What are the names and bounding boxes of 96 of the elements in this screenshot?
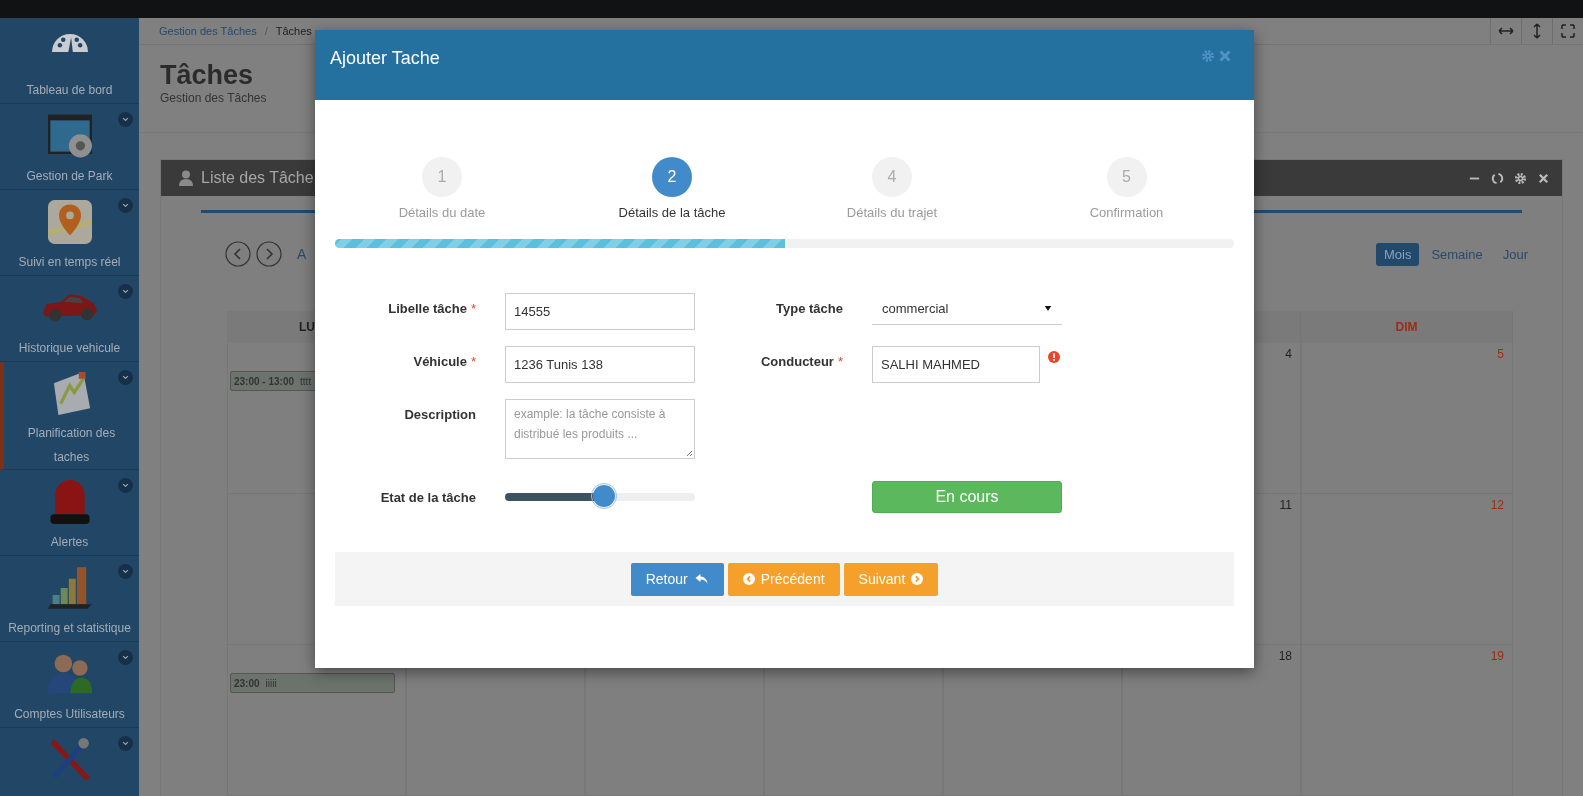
field-label: Conducteur <box>761 354 834 369</box>
sidebar-label: Tableau de bord <box>25 82 114 99</box>
breadcrumb-item[interactable]: Gestion des Tâches <box>159 25 257 37</box>
sidebar-item[interactable]: Planification des taches <box>0 362 139 470</box>
step-number[interactable]: 2 <box>652 157 692 197</box>
gauge-icon <box>51 34 88 52</box>
sidebar-label: Historique vehicule <box>17 340 122 357</box>
step-label: Détails de la tâche <box>618 205 726 220</box>
placeholder-text: example: la tâche consiste à distribué les produits ... <box>514 407 666 441</box>
chevron-down-icon[interactable] <box>118 112 133 127</box>
sidebar-label: Alertes <box>49 534 90 551</box>
field-label: Type tâche <box>776 301 843 316</box>
day-number: 18 <box>1278 649 1292 663</box>
step-label: Détails du trajet <box>846 205 938 220</box>
day-cell[interactable]: 12 <box>1301 494 1513 645</box>
next-button[interactable] <box>256 241 282 267</box>
refresh-icon[interactable] <box>1491 171 1504 185</box>
window-gear-icon <box>47 114 92 158</box>
input-field[interactable]: SALHI MAHMED <box>872 346 1040 383</box>
step-number[interactable]: 5 <box>1106 157 1147 197</box>
view-tab[interactable]: Mois <box>1375 242 1420 266</box>
panel-title: Liste des Tâche <box>201 169 314 187</box>
settings-icon[interactable] <box>1514 171 1527 185</box>
sidebar-label: Gestion de Park <box>25 168 114 185</box>
slider-thumb[interactable] <box>592 485 615 507</box>
reply-icon <box>693 573 709 585</box>
chevron-down-icon[interactable] <box>118 370 133 385</box>
sidebar-item[interactable]: Tableau de bord <box>0 18 139 104</box>
sidebar-label: Reporting et statistique <box>7 620 132 637</box>
description-field[interactable]: example: la tâche consiste à distribué les produits ... <box>505 399 695 459</box>
siren-icon <box>47 480 92 524</box>
user-icon <box>179 170 193 186</box>
chevron-down-icon[interactable] <box>118 198 133 213</box>
required-mark: * <box>470 354 476 369</box>
day-name: LU <box>299 320 315 334</box>
input-field[interactable]: 1236 Tunis 138 <box>505 346 695 383</box>
event-time: 23:00 <box>234 677 260 689</box>
sidebar-item[interactable]: Gestion de Park <box>0 104 139 190</box>
status-button[interactable]: En cours <box>872 481 1062 513</box>
sidebar-item[interactable]: Historique vehicule <box>0 276 139 362</box>
field-label: Etat de la tâche <box>380 489 476 505</box>
step-label: Confirmation <box>1089 205 1164 220</box>
chevron-circle-right-icon <box>911 573 924 585</box>
day-name: DIM <box>1395 320 1418 334</box>
chevron-down-icon[interactable] <box>118 478 133 493</box>
breadcrumb-separator: / <box>264 25 268 37</box>
car-icon <box>42 294 97 322</box>
modal-title: Ajouter Tache <box>330 48 440 69</box>
view-tab[interactable]: Semaine <box>1423 242 1491 266</box>
users-icon <box>47 652 92 696</box>
field-label: Libelle tâche <box>388 301 467 316</box>
day-cell[interactable]: 5 <box>1301 343 1513 494</box>
event-title: tttt <box>300 375 312 387</box>
chevron-down-icon[interactable] <box>118 564 133 579</box>
chevron-down-icon[interactable] <box>118 284 133 299</box>
day-number: 12 <box>1490 498 1504 512</box>
sidebar-label: Planification des taches <box>26 425 117 466</box>
day-cell[interactable]: 19 <box>1301 645 1513 796</box>
day-number: 5 <box>1497 347 1504 361</box>
select-field[interactable]: commercial <box>872 293 1062 325</box>
previous-button[interactable] <box>225 241 251 267</box>
day-number: 4 <box>1285 347 1292 361</box>
caret-icon <box>1044 305 1052 312</box>
map-pin-icon <box>47 200 92 244</box>
select-value: commercial <box>882 301 949 316</box>
sidebar-label: Suivi en temps réel <box>17 254 122 271</box>
sidebar-item[interactable]: Alertes <box>0 470 139 556</box>
today-link[interactable]: A <box>297 246 307 262</box>
sidebar-item[interactable]: Reporting et statistique <box>0 556 139 642</box>
chevron-down-icon[interactable] <box>118 650 133 665</box>
page-title: Tâches <box>160 59 254 91</box>
required-mark: * <box>837 354 843 369</box>
close-icon[interactable] <box>1537 171 1550 185</box>
event-time: 23:00 - 13:00 <box>234 375 295 387</box>
sidebar-item[interactable]: Comptes Utilisateurs <box>0 642 139 728</box>
required-mark: * <box>470 301 476 316</box>
step-number[interactable]: 1 <box>422 157 462 197</box>
back-button[interactable]: Retour <box>630 562 724 596</box>
field-label: Description <box>404 407 476 422</box>
sidebar-label: Comptes Utilisateurs <box>13 706 126 723</box>
sidebar-item[interactable]: Suivi en temps réel <box>0 190 139 276</box>
view-tab[interactable]: Jour <box>1494 242 1536 266</box>
previous-button[interactable]: Précédent <box>727 562 840 596</box>
resize-grip-icon[interactable] <box>685 449 693 457</box>
day-number: 11 <box>1279 498 1292 512</box>
bar-chart-icon <box>47 566 92 610</box>
input-field[interactable]: 14555 <box>505 293 695 330</box>
next-button[interactable]: Suivant <box>843 562 939 596</box>
chevron-circle-left-icon <box>742 573 755 585</box>
page-subtitle: Gestion des Tâches <box>160 91 267 105</box>
field-label: Véhicule <box>413 354 467 369</box>
day-number: 19 <box>1490 649 1504 663</box>
step-label: Détails du date <box>398 205 486 220</box>
step-number[interactable]: 4 <box>872 157 912 197</box>
breadcrumb-item: Tâches <box>275 25 312 37</box>
chevron-down-icon[interactable] <box>118 736 133 751</box>
